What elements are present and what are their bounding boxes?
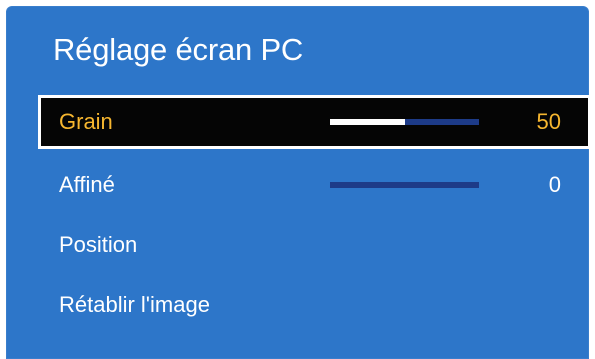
grain-slider[interactable] (330, 119, 479, 125)
menu-item-position-label: Position (59, 232, 138, 257)
menu-item-grain-label: Grain (59, 109, 113, 134)
menu-item-position[interactable]: Position (38, 218, 591, 272)
affine-slider[interactable] (330, 182, 479, 188)
affine-value: 0 (548, 172, 561, 197)
pc-screen-settings-menu: Réglage écran PC Grain 50 Affiné 0 Posit… (6, 6, 591, 359)
menu-item-grain[interactable]: Grain 50 (38, 95, 591, 149)
grain-value: 50 (536, 109, 561, 134)
grain-slider-fill (330, 119, 405, 125)
menu-item-reset-image-label: Rétablir l'image (59, 292, 210, 317)
menu-item-reset-image[interactable]: Rétablir l'image (38, 278, 591, 332)
menu-item-affine-label: Affiné (59, 172, 115, 197)
menu-title: Réglage écran PC (53, 32, 304, 67)
menu-item-affine[interactable]: Affiné 0 (38, 158, 591, 212)
